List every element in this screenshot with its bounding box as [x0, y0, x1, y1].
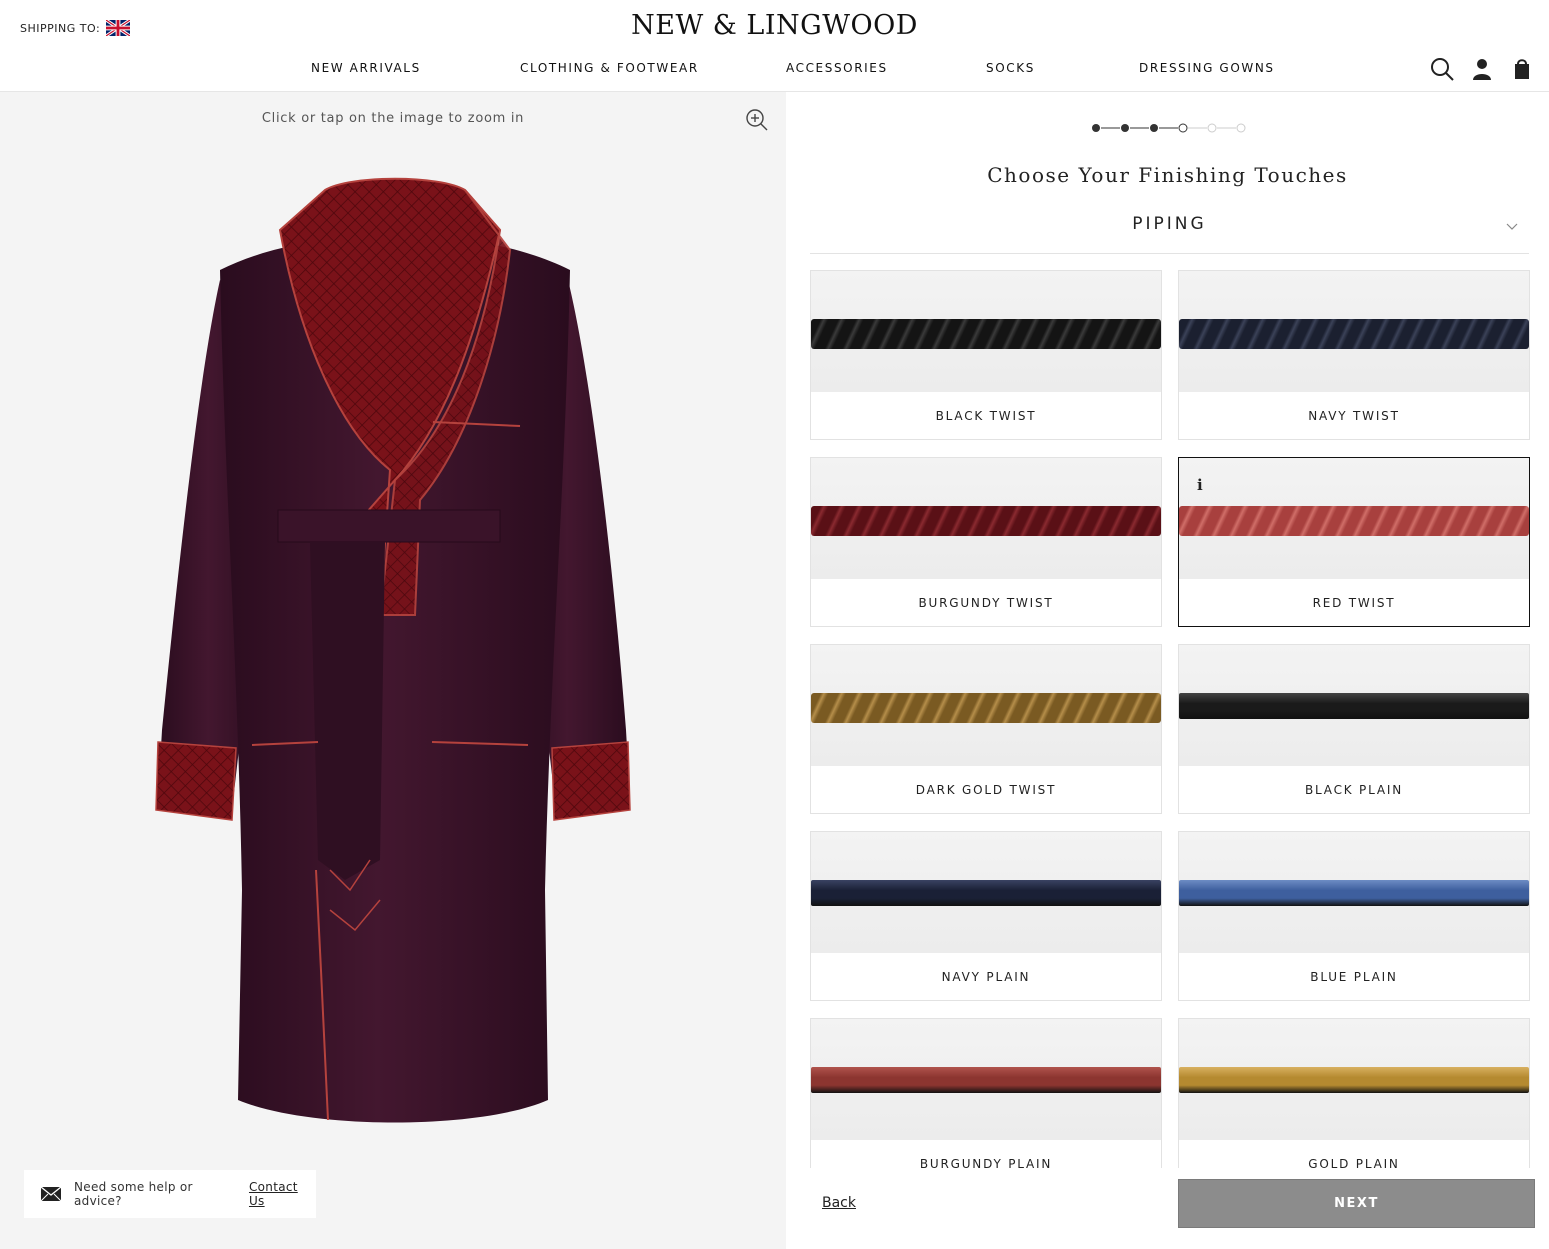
- piping-option-blue-plain[interactable]: BLUE PLAIN: [1178, 831, 1530, 1001]
- bag-icon[interactable]: [1509, 56, 1535, 82]
- progress-step-3: [1150, 124, 1158, 132]
- piping-option-black-plain[interactable]: BLACK PLAIN: [1178, 644, 1530, 814]
- plain-cord: [811, 1067, 1161, 1093]
- piping-swatch: [1179, 832, 1529, 953]
- piping-options-grid: BLACK TWIST NAVY TWIST BURGUNDY TWIST i RED …: [810, 270, 1530, 1168]
- site-logo[interactable]: NEW & LINGWOOD: [0, 10, 1549, 41]
- piping-option-label: BLUE PLAIN: [1310, 970, 1398, 984]
- twist-rope: [1179, 506, 1529, 536]
- progress-step-4: [1178, 123, 1188, 133]
- piping-swatch: [811, 1019, 1161, 1140]
- progress-step-2: [1121, 124, 1129, 132]
- twist-rope: [811, 693, 1161, 723]
- plain-cord: [1179, 693, 1529, 719]
- site-header: SHIPPING TO: NEW & LINGWOOD NEW ARRIVALS…: [0, 0, 1549, 92]
- piping-option-black-twist[interactable]: BLACK TWIST: [810, 270, 1162, 440]
- mail-icon: [40, 1186, 62, 1202]
- product-viewer: Click or tap on the image to zoom in Nee…: [0, 92, 786, 1249]
- plain-cord: [1179, 1067, 1529, 1093]
- piping-option-label: NAVY TWIST: [1308, 409, 1400, 423]
- progress-step-5: [1207, 123, 1217, 133]
- help-box: Need some help or advice? Contact Us: [24, 1170, 316, 1218]
- piping-option-label: DARK GOLD TWIST: [915, 783, 1057, 797]
- piping-option-burgundy-twist[interactable]: BURGUNDY TWIST: [810, 457, 1162, 627]
- nav-clothing-footwear[interactable]: CLOTHING & FOOTWEAR: [520, 61, 699, 75]
- piping-option-label: NAVY PLAIN: [941, 970, 1031, 984]
- piping-swatch: [811, 271, 1161, 392]
- progress-step-1: [1092, 124, 1100, 132]
- configurator-panel: Choose Your Finishing Touches PIPING BLA…: [786, 92, 1549, 1249]
- piping-option-navy-twist[interactable]: NAVY TWIST: [1178, 270, 1530, 440]
- piping-option-label: BURGUNDY PLAIN: [919, 1157, 1053, 1168]
- help-text: Need some help or advice?: [74, 1180, 193, 1208]
- nav-new-arrivals[interactable]: NEW ARRIVALS: [311, 61, 421, 75]
- nav-socks[interactable]: SOCKS: [986, 61, 1035, 75]
- header-icons: [1429, 56, 1535, 82]
- twist-rope: [811, 319, 1161, 349]
- piping-option-label: RED TWIST: [1312, 596, 1396, 610]
- piping-swatch: [1179, 645, 1529, 766]
- piping-option-label: BURGUNDY TWIST: [918, 596, 1054, 610]
- piping-swatch: [811, 832, 1161, 953]
- plain-cord: [811, 880, 1161, 906]
- account-icon[interactable]: [1469, 56, 1495, 82]
- piping-option-burgundy-plain[interactable]: BURGUNDY PLAIN: [810, 1018, 1162, 1168]
- piping-option-red-twist[interactable]: i RED TWIST: [1178, 457, 1530, 627]
- back-link[interactable]: Back: [822, 1195, 856, 1211]
- piping-swatch: [1179, 1019, 1529, 1140]
- twist-rope: [1179, 319, 1529, 349]
- dressing-gown-image[interactable]: [150, 170, 640, 1135]
- search-icon[interactable]: [1429, 56, 1455, 82]
- piping-option-navy-plain[interactable]: NAVY PLAIN: [810, 831, 1162, 1001]
- piping-swatch: [1179, 458, 1529, 579]
- zoom-in-icon[interactable]: [745, 108, 769, 132]
- plain-cord: [1179, 880, 1529, 906]
- piping-option-label: BLACK PLAIN: [1305, 783, 1403, 797]
- piping-option-label: GOLD PLAIN: [1308, 1157, 1400, 1168]
- piping-swatch: [811, 645, 1161, 766]
- piping-swatch: [1179, 271, 1529, 392]
- piping-option-gold-plain[interactable]: GOLD PLAIN: [1178, 1018, 1530, 1168]
- step-progress: [1092, 123, 1246, 133]
- piping-accordion-header[interactable]: PIPING: [810, 204, 1529, 254]
- chevron-down-icon: [1505, 218, 1519, 232]
- twist-rope: [811, 506, 1161, 536]
- contact-us-link[interactable]: Contact Us: [249, 1180, 316, 1208]
- step-title: Choose Your Finishing Touches: [987, 163, 1348, 187]
- piping-swatch: [811, 458, 1161, 579]
- nav-accessories[interactable]: ACCESSORIES: [786, 61, 888, 75]
- next-button[interactable]: NEXT: [1178, 1179, 1535, 1228]
- piping-option-label: BLACK TWIST: [935, 409, 1037, 423]
- main-nav: NEW ARRIVALS CLOTHING & FOOTWEAR ACCESSO…: [0, 61, 1549, 77]
- progress-step-6: [1236, 123, 1246, 133]
- piping-option-dark-gold-twist[interactable]: DARK GOLD TWIST: [810, 644, 1162, 814]
- info-icon[interactable]: i: [1197, 476, 1203, 494]
- nav-dressing-gowns[interactable]: DRESSING GOWNS: [1139, 61, 1275, 75]
- zoom-hint: Click or tap on the image to zoom in: [261, 111, 525, 126]
- section-label: PIPING: [1132, 214, 1207, 234]
